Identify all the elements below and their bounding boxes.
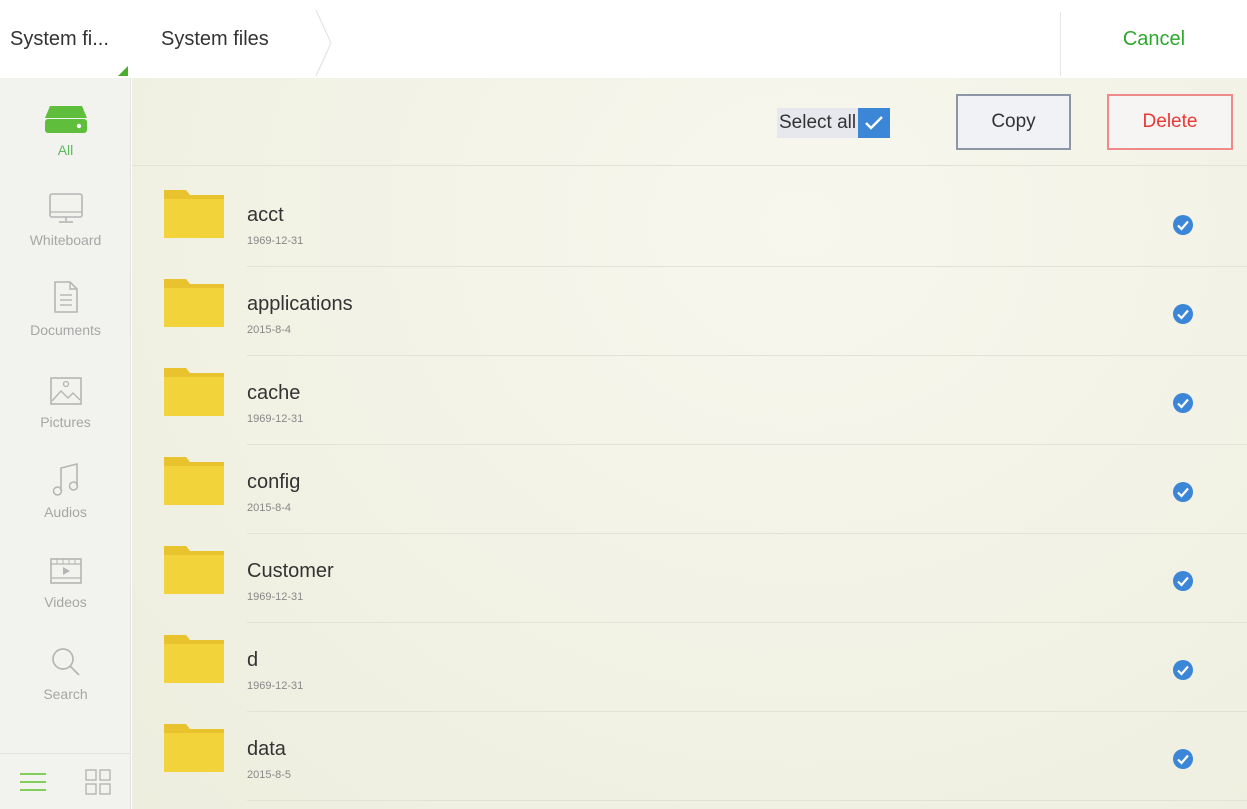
file-name: data [247, 738, 286, 760]
sidebar: All Whiteboard Documents Pictures Audios… [0, 78, 131, 809]
file-row-data[interactable]: data 2015-8-5 [132, 712, 1247, 801]
file-name: applications [247, 293, 353, 315]
file-date: 1969-12-31 [247, 235, 304, 247]
file-list: acct 1969-12-31 applications 2015-8-4 ca… [132, 178, 1247, 801]
folder-icon [164, 279, 224, 327]
delete-button[interactable]: Delete [1107, 94, 1233, 150]
dropdown-corner-icon [118, 66, 128, 76]
file-name: cache [247, 382, 301, 404]
file-row-config[interactable]: config 2015-8-4 [132, 445, 1247, 534]
breadcrumb-label: System files [161, 27, 269, 50]
file-date: 1969-12-31 [247, 591, 304, 603]
select-all-label: Select all [779, 112, 857, 133]
list-view-button[interactable] [0, 754, 65, 809]
folder-icon [164, 190, 224, 238]
row-divider [247, 800, 1247, 801]
cancel-button[interactable]: Cancel [1061, 0, 1247, 78]
sidebar-item-all[interactable]: All [0, 88, 131, 176]
file-date: 2015-8-4 [247, 324, 292, 336]
grid-view-button[interactable] [65, 754, 130, 809]
sidebar-item-audios[interactable]: Audios [0, 450, 131, 538]
folder-icon [164, 457, 224, 505]
document-icon [53, 268, 79, 314]
action-bar: Select all Copy Delete [132, 78, 1247, 166]
search-icon [50, 632, 82, 678]
sidebar-item-label: Documents [30, 322, 101, 338]
drive-icon [44, 88, 88, 134]
folder-icon [164, 546, 224, 594]
file-name: d [247, 649, 259, 671]
sidebar-item-documents[interactable]: Documents [0, 268, 131, 356]
folder-icon [164, 724, 224, 772]
top-bar: System fi... System files Cancel [0, 0, 1247, 78]
sidebar-item-label: Search [43, 686, 88, 702]
sidebar-item-pictures[interactable]: Pictures [0, 360, 131, 448]
monitor-icon [48, 178, 84, 224]
file-row-d[interactable]: d 1969-12-31 [132, 623, 1247, 712]
select-all-checkbox[interactable] [858, 108, 891, 138]
selected-check-icon[interactable] [1172, 481, 1194, 503]
file-date: 1969-12-31 [247, 413, 304, 425]
selected-check-icon[interactable] [1172, 392, 1194, 414]
sidebar-item-label: Videos [44, 594, 87, 610]
list-view-icon [19, 772, 46, 791]
sidebar-item-videos[interactable]: Videos [0, 540, 131, 628]
selected-check-icon[interactable] [1172, 659, 1194, 681]
file-row-acct[interactable]: acct 1969-12-31 [132, 178, 1247, 267]
file-row-cache[interactable]: cache 1969-12-31 [132, 356, 1247, 445]
breadcrumb-chevron-icon [315, 10, 332, 76]
music-note-icon [52, 450, 80, 496]
file-row-applications[interactable]: applications 2015-8-4 [132, 267, 1247, 356]
file-row-customer[interactable]: Customer 1969-12-31 [132, 534, 1247, 623]
folder-icon [164, 368, 224, 416]
file-name: config [247, 471, 301, 493]
checkmark-icon [865, 116, 883, 130]
storage-label: System fi... [10, 27, 109, 50]
folder-icon [164, 635, 224, 683]
storage-selector[interactable]: System fi... [0, 0, 131, 78]
file-date: 2015-8-5 [247, 769, 292, 781]
picture-icon [49, 360, 83, 406]
breadcrumb[interactable]: System files [131, 0, 341, 78]
selected-check-icon[interactable] [1172, 214, 1194, 236]
sidebar-item-search[interactable]: Search [0, 632, 131, 720]
sidebar-item-label: All [57, 142, 74, 158]
select-all-toggle[interactable]: Select all [777, 108, 891, 138]
view-mode-switch [0, 753, 131, 809]
file-name: Customer [247, 560, 334, 582]
selected-check-icon[interactable] [1172, 748, 1194, 770]
selected-check-icon[interactable] [1172, 303, 1194, 325]
sidebar-item-label: Whiteboard [29, 232, 102, 248]
sidebar-item-whiteboard[interactable]: Whiteboard [0, 178, 131, 266]
selected-check-icon[interactable] [1172, 570, 1194, 592]
file-date: 2015-8-4 [247, 502, 292, 514]
sidebar-item-label: Audios [44, 504, 87, 520]
sidebar-item-label: Pictures [40, 414, 91, 430]
file-name: acct [247, 204, 284, 226]
grid-view-icon [84, 768, 111, 795]
copy-button[interactable]: Copy [956, 94, 1071, 150]
video-icon [49, 540, 83, 586]
file-browser-main: Select all Copy Delete acct 1969-12-31 a… [132, 78, 1247, 809]
file-date: 1969-12-31 [247, 680, 304, 692]
